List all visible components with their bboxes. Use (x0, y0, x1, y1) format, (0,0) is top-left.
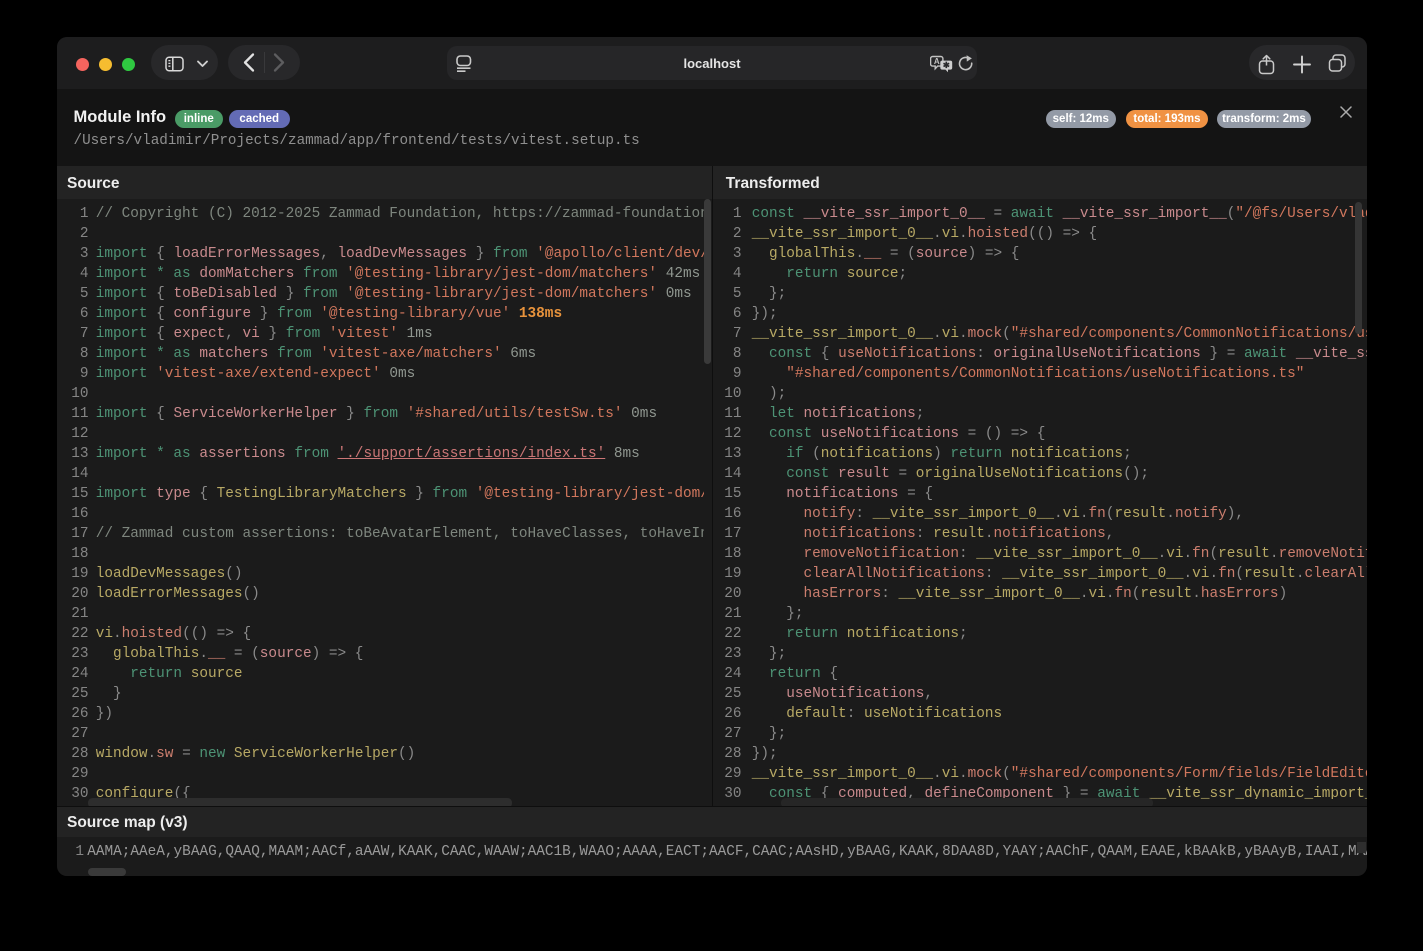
svg-text:✱: ✱ (943, 60, 951, 70)
svg-text:A: A (934, 57, 940, 66)
